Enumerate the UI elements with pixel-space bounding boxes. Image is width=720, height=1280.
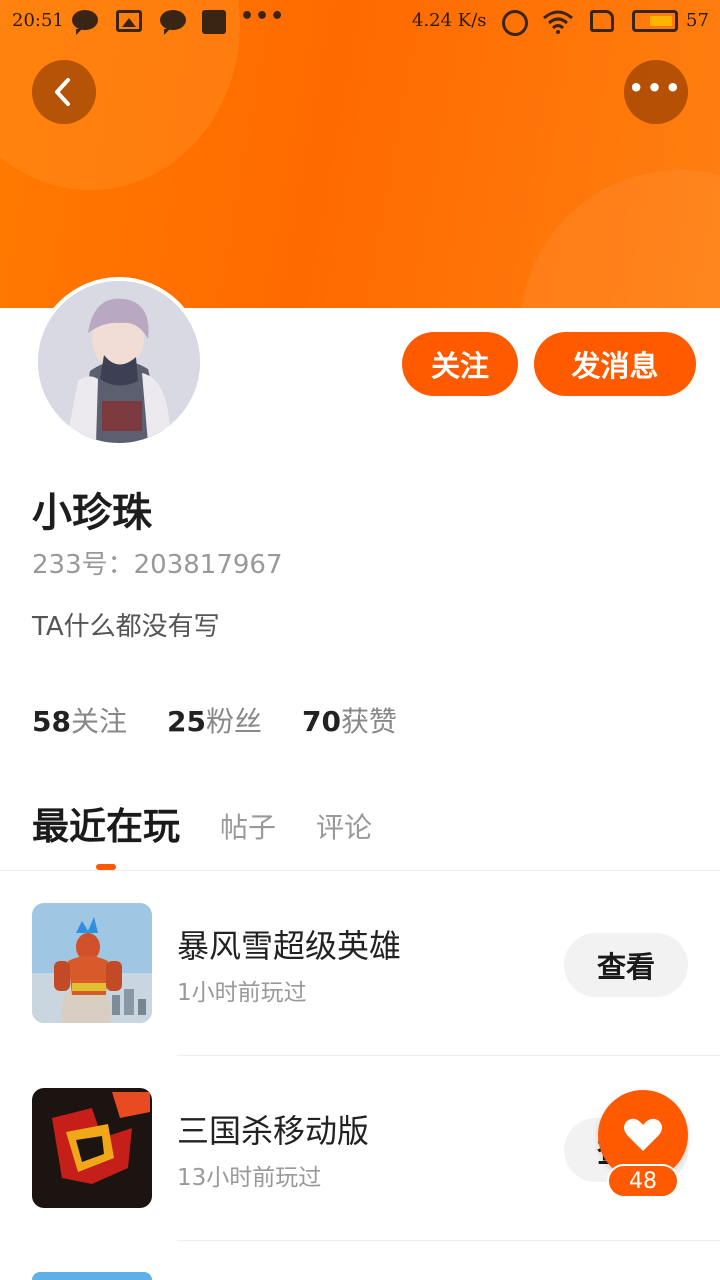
user-bio: TA什么都没有写: [32, 612, 220, 642]
stat-number: 58: [32, 705, 71, 738]
game-icon-blizzard-hero: [32, 903, 152, 1023]
follow-button[interactable]: 关注: [402, 332, 518, 396]
game-list-item[interactable]: 暴风雪超级英雄 1小时前玩过 查看: [0, 871, 720, 1056]
tab-recently-played[interactable]: 最近在玩: [32, 796, 180, 850]
avatar[interactable]: [34, 277, 204, 447]
stat-following[interactable]: 58关注: [32, 700, 127, 740]
stat-number: 25: [166, 705, 206, 738]
send-message-button[interactable]: 发消息: [534, 332, 696, 396]
alarm-icon: [502, 10, 528, 36]
sim-card-icon: [590, 10, 614, 32]
profile-banner: [0, 0, 720, 308]
chat-notification-icon: [72, 10, 98, 35]
stat-number: 70: [301, 705, 341, 738]
battery-percent: 57: [686, 10, 709, 31]
chevron-left-icon: [55, 78, 70, 106]
chat-notification-icon: [160, 10, 186, 35]
stat-label: 获赞: [340, 705, 397, 738]
user-id: 233号：203817967: [32, 550, 283, 580]
divider: [177, 1240, 720, 1241]
back-button[interactable]: [32, 60, 96, 124]
stat-likes[interactable]: 70获赞: [302, 700, 397, 740]
status-time: 20:51: [12, 10, 64, 31]
game-icon-sanguosha: [32, 1088, 152, 1208]
battery-icon: [632, 10, 678, 32]
stat-label: 关注: [70, 705, 127, 738]
game-icon-partial: [32, 1272, 152, 1280]
network-speed: 4.24 K/s: [412, 10, 487, 31]
more-horizontal-icon: •••: [628, 74, 684, 102]
more-options-button[interactable]: •••: [624, 60, 688, 124]
like-count-badge: 48: [607, 1164, 679, 1198]
tab-comments[interactable]: 评论: [316, 806, 372, 850]
more-notifications-icon: •••: [240, 4, 286, 29]
profile-tabs: 最近在玩 帖子 评论: [32, 796, 412, 850]
shopping-bag-icon: [202, 10, 226, 34]
stat-label: 粉丝: [205, 705, 262, 738]
profile-stats: 58关注 25粉丝 70获赞: [32, 700, 397, 740]
view-game-button[interactable]: 查看: [564, 933, 688, 997]
game-name: 三国杀移动版: [177, 1112, 370, 1150]
image-notification-icon: [116, 10, 142, 32]
status-bar: 20:51 ••• 4.24 K/s 57: [0, 0, 720, 44]
heart-icon: [624, 1118, 662, 1151]
tab-posts[interactable]: 帖子: [220, 806, 276, 850]
user-name: 小珍珠: [32, 490, 152, 536]
wifi-icon: [542, 10, 574, 34]
avatar-image: [38, 281, 200, 443]
game-last-played: 13小时前玩过: [177, 1165, 322, 1191]
game-last-played: 1小时前玩过: [177, 980, 307, 1006]
game-name: 暴风雪超级英雄: [177, 927, 402, 965]
banner-decoration: [520, 170, 720, 308]
stat-followers[interactable]: 25粉丝: [167, 700, 262, 740]
